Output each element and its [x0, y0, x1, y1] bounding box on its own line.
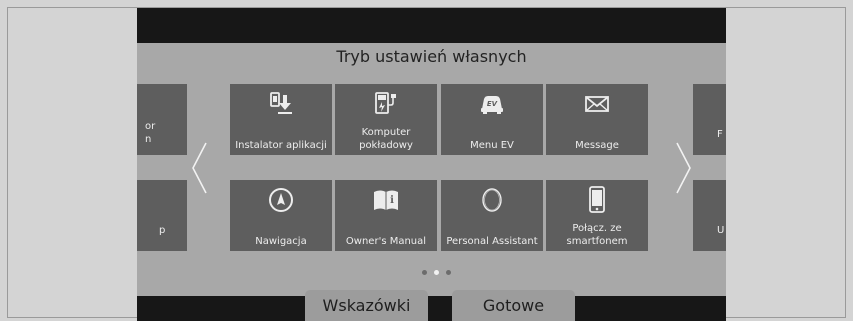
tile-label: Owner's Manual — [345, 236, 427, 247]
tile-label: Połącz. ze smartfonem — [566, 223, 628, 247]
page-dot — [422, 270, 427, 275]
screen: Tryb ustawień własnych or n p F U Instal… — [137, 8, 726, 321]
settings-panel — [137, 43, 726, 296]
partial-tile-label: F — [717, 129, 723, 140]
tile-label: Menu EV — [470, 140, 514, 151]
tile-navigation[interactable]: Nawigacja — [230, 180, 332, 251]
page-dot — [446, 270, 451, 275]
tile-label: Nawigacja — [255, 236, 307, 247]
partial-tile-left-bottom[interactable]: p — [137, 180, 187, 251]
svg-text:EV: EV — [487, 100, 498, 108]
trip-computer-icon — [335, 91, 437, 117]
partial-tile-left-top[interactable]: or n — [137, 84, 187, 155]
assistant-ring-icon — [441, 187, 543, 213]
partial-tile-label: p — [159, 225, 166, 236]
chevron-right-icon[interactable] — [672, 141, 694, 195]
tile-personal-assistant[interactable]: Personal Assistant — [441, 180, 543, 251]
chevron-left-icon[interactable] — [189, 141, 211, 195]
ev-car-icon: EV — [441, 91, 543, 117]
page-indicator — [137, 270, 726, 278]
book-icon: i — [335, 187, 437, 213]
page-title: Tryb ustawień własnych — [336, 47, 527, 66]
tile-trip-computer[interactable]: Komputer pokładowy — [335, 84, 437, 155]
navigation-compass-icon — [230, 187, 332, 213]
hints-button[interactable]: Wskazówki — [305, 290, 428, 321]
envelope-icon — [546, 91, 648, 117]
tile-label: Personal Assistant — [446, 236, 538, 247]
tile-ev-menu[interactable]: EV Menu EV — [441, 84, 543, 155]
tile-label: Komputer pokładowy — [359, 127, 413, 151]
partial-tile-label: U — [717, 225, 725, 236]
tile-owners-manual[interactable]: i Owner's Manual — [335, 180, 437, 251]
page-dot-active — [434, 270, 439, 275]
app-installer-icon — [230, 91, 332, 117]
tile-smartphone[interactable]: Połącz. ze smartfonem — [546, 180, 648, 251]
tile-label: Message — [575, 140, 619, 151]
partial-tile-label: or n — [145, 121, 156, 145]
smartphone-icon — [546, 186, 648, 213]
tile-app-installer[interactable]: Instalator aplikacji — [230, 84, 332, 155]
tile-message[interactable]: Message — [546, 84, 648, 155]
partial-tile-right-bottom[interactable]: U — [693, 180, 726, 251]
done-button[interactable]: Gotowe — [452, 290, 575, 321]
svg-text:i: i — [390, 195, 394, 206]
tile-label: Instalator aplikacji — [235, 140, 327, 151]
partial-tile-right-top[interactable]: F — [693, 84, 726, 155]
